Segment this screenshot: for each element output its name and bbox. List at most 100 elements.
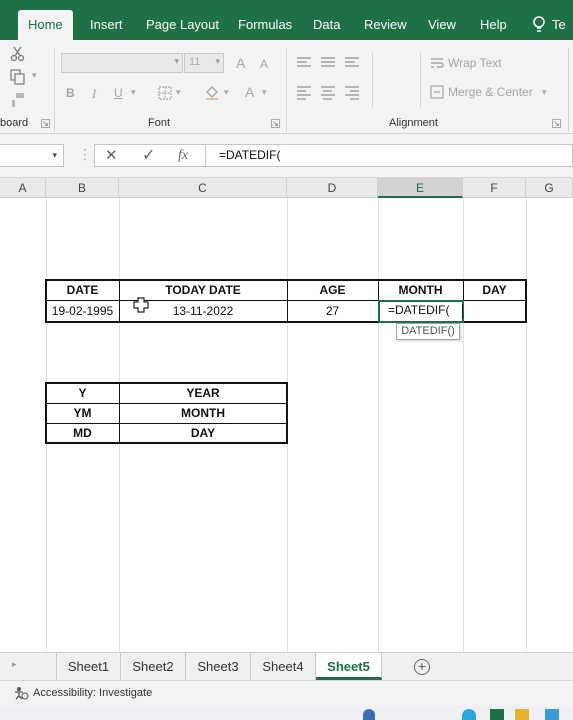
column-header-e[interactable]: E — [378, 178, 463, 198]
lightbulb-icon[interactable] — [532, 16, 546, 34]
taskbar-app-icon[interactable] — [545, 709, 559, 720]
tab-home[interactable]: Home — [18, 10, 73, 40]
clipboard-launcher-icon[interactable]: ↘ — [41, 119, 50, 128]
shrink-font-icon[interactable]: A — [260, 57, 268, 71]
bold-button[interactable]: B — [66, 86, 75, 100]
chevron-down-icon[interactable]: ▾ — [262, 87, 267, 98]
font-group-label: Font — [148, 117, 171, 129]
accessibility-status[interactable]: Accessibility: Investigate — [33, 687, 152, 699]
cell-code-y[interactable]: Y — [46, 384, 119, 403]
copy-icon[interactable] — [10, 69, 26, 85]
tab-help[interactable]: Help — [470, 12, 517, 38]
column-header-f[interactable]: F — [463, 178, 526, 198]
taskbar-app-icon[interactable] — [363, 709, 375, 720]
group-separator — [372, 52, 373, 108]
add-sheet-button[interactable]: + — [414, 659, 430, 675]
header-day[interactable]: DAY — [463, 281, 526, 300]
underline-button[interactable]: U — [114, 86, 123, 100]
header-date[interactable]: DATE — [46, 281, 119, 300]
font-size-box[interactable]: 11 ▾ — [184, 53, 224, 73]
column-header-c[interactable]: C — [119, 178, 287, 198]
active-cell-formula: =DATEDIF( — [388, 303, 450, 317]
header-age[interactable]: AGE — [287, 281, 378, 300]
formula-bar: ▾ ⋮ ✕ ✓ fx =DATEDIF( — [0, 134, 573, 178]
font-color-icon[interactable]: A — [245, 84, 254, 100]
clipboard-group-label: board — [0, 117, 29, 129]
font-size-value: 11 — [189, 56, 201, 68]
cancel-button[interactable]: ✕ — [105, 143, 118, 168]
ribbon: ▾ board ↘ ▾ 11 ▾ A A B I U ▾ ▾ ▾ A ▾ Fon… — [0, 40, 573, 134]
alignment-launcher-icon[interactable]: ↘ — [552, 119, 561, 128]
enter-button[interactable]: ✓ — [142, 143, 155, 168]
wrap-text-button[interactable]: Wrap Text — [448, 56, 502, 70]
cell-age-value[interactable]: 27 — [287, 302, 378, 321]
cell-code-md[interactable]: MD — [46, 424, 119, 443]
sheet-tab-sheet5[interactable]: Sheet5 — [316, 653, 382, 680]
status-bar: Accessibility: Investigate — [0, 680, 573, 706]
taskbar-app-icon[interactable] — [462, 709, 476, 720]
copy-dropdown-icon[interactable]: ▾ — [32, 70, 37, 81]
accessibility-icon[interactable] — [13, 686, 29, 700]
gridline — [463, 198, 464, 652]
group-separator — [568, 48, 569, 132]
align-top-icon[interactable] — [297, 57, 311, 69]
group-separator — [420, 52, 421, 108]
tab-review[interactable]: Review — [354, 12, 417, 38]
gridline — [378, 198, 379, 652]
cell-date-value[interactable]: 19-02-1995 — [46, 302, 119, 321]
font-name-box[interactable]: ▾ — [61, 53, 183, 73]
cell-code-year[interactable]: YEAR — [119, 384, 287, 403]
format-painter-icon[interactable] — [10, 92, 26, 108]
borders-icon[interactable] — [158, 86, 172, 100]
align-bottom-icon[interactable] — [345, 57, 359, 69]
chevron-down-icon[interactable]: ▾ — [224, 87, 229, 98]
taskbar — [0, 706, 573, 720]
chevron-down-icon[interactable]: ▾ — [542, 87, 547, 98]
font-launcher-icon[interactable]: ↘ — [271, 119, 280, 128]
header-month[interactable]: MONTH — [378, 281, 463, 300]
tab-formulas[interactable]: Formulas — [228, 12, 302, 38]
sheet-tab-sheet1[interactable]: Sheet1 — [57, 653, 121, 680]
formula-input[interactable]: =DATEDIF( — [206, 144, 573, 167]
tab-insert[interactable]: Insert — [80, 12, 133, 38]
tab-tell-me[interactable]: Te — [548, 12, 570, 38]
column-header-g[interactable]: G — [526, 178, 573, 198]
align-middle-icon[interactable] — [321, 57, 335, 69]
function-tooltip[interactable]: DATEDIF() — [396, 323, 460, 340]
merge-center-icon[interactable] — [430, 85, 444, 99]
cell-code-month[interactable]: MONTH — [119, 404, 287, 423]
scroll-left-icon[interactable]: ▸ — [12, 659, 17, 670]
cell-code-day[interactable]: DAY — [119, 424, 287, 443]
merge-center-button[interactable]: Merge & Center — [448, 85, 533, 99]
tab-view[interactable]: View — [418, 12, 466, 38]
cut-icon[interactable] — [10, 46, 26, 62]
align-right-icon[interactable] — [345, 86, 359, 102]
taskbar-app-icon[interactable] — [490, 709, 504, 720]
wrap-text-icon[interactable] — [430, 56, 444, 70]
fill-color-icon[interactable] — [204, 84, 220, 100]
cell-code-ym[interactable]: YM — [46, 404, 119, 423]
chevron-down-icon[interactable]: ▾ — [176, 87, 181, 98]
sheet-tab-sheet4[interactable]: Sheet4 — [251, 653, 316, 680]
name-box[interactable]: ▾ — [0, 144, 64, 167]
grow-font-icon[interactable]: A — [236, 55, 245, 71]
sheet-tab-sheet2[interactable]: Sheet2 — [121, 653, 186, 680]
tab-data[interactable]: Data — [303, 12, 350, 38]
tab-page-layout[interactable]: Page Layout — [136, 12, 229, 38]
text-caret — [462, 304, 463, 319]
column-header-b[interactable]: B — [46, 178, 119, 198]
sheet-tab-bar: ▸ Sheet1 Sheet2 Sheet3 Sheet4 Sheet5 + — [0, 652, 573, 680]
column-header-d[interactable]: D — [287, 178, 378, 198]
italic-button[interactable]: I — [92, 86, 96, 102]
gridline — [526, 198, 527, 652]
column-header-a[interactable]: A — [0, 178, 46, 198]
chevron-down-icon: ▾ — [174, 56, 179, 66]
formula-bar-handle[interactable]: ⋮ — [78, 146, 92, 163]
insert-function-button[interactable]: fx — [178, 143, 188, 168]
align-left-icon[interactable] — [297, 86, 311, 102]
taskbar-app-icon[interactable] — [515, 709, 529, 720]
sheet-tab-sheet3[interactable]: Sheet3 — [186, 653, 251, 680]
group-separator — [54, 48, 55, 132]
chevron-down-icon[interactable]: ▾ — [131, 87, 136, 98]
align-center-icon[interactable] — [321, 86, 335, 102]
